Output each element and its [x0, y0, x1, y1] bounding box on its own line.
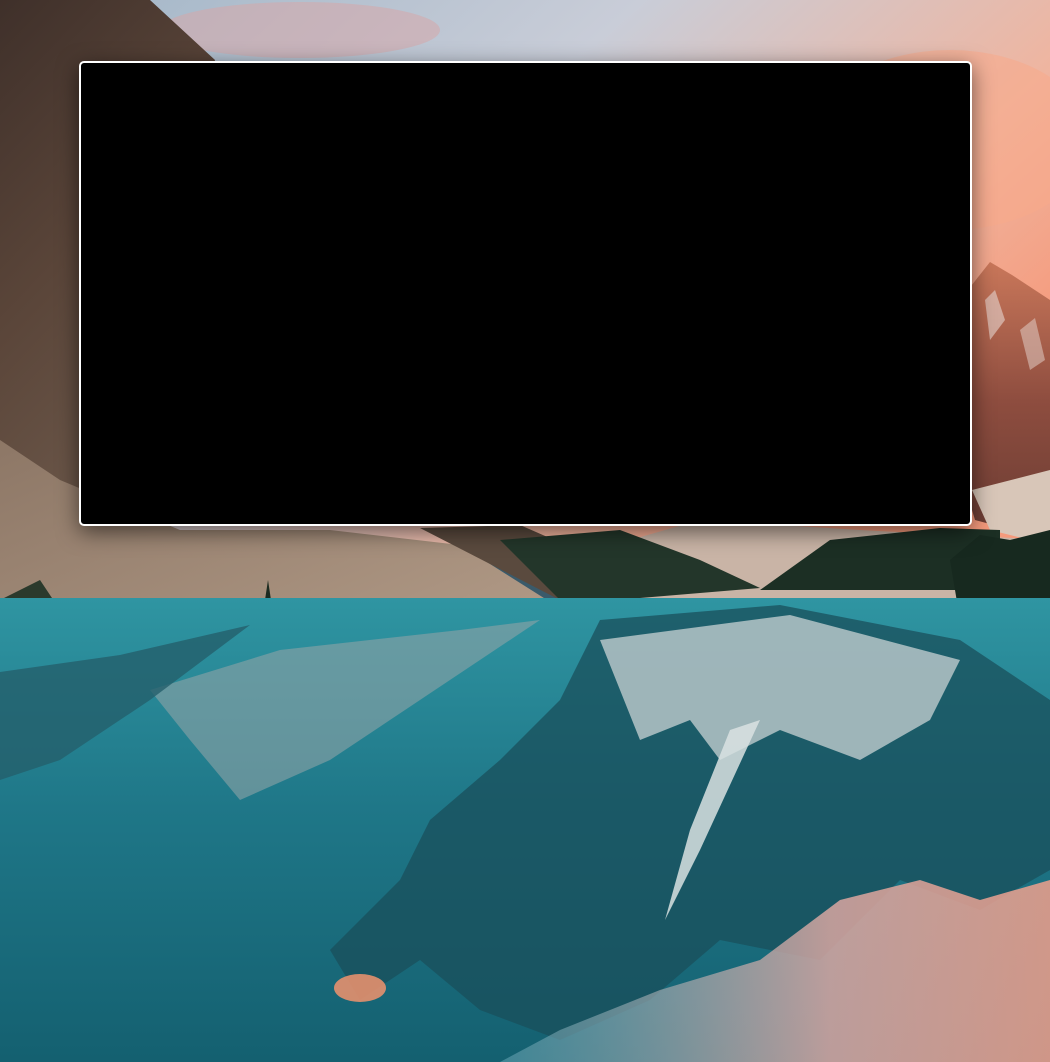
application-window[interactable]	[79, 61, 972, 526]
desktop	[0, 0, 1050, 1062]
